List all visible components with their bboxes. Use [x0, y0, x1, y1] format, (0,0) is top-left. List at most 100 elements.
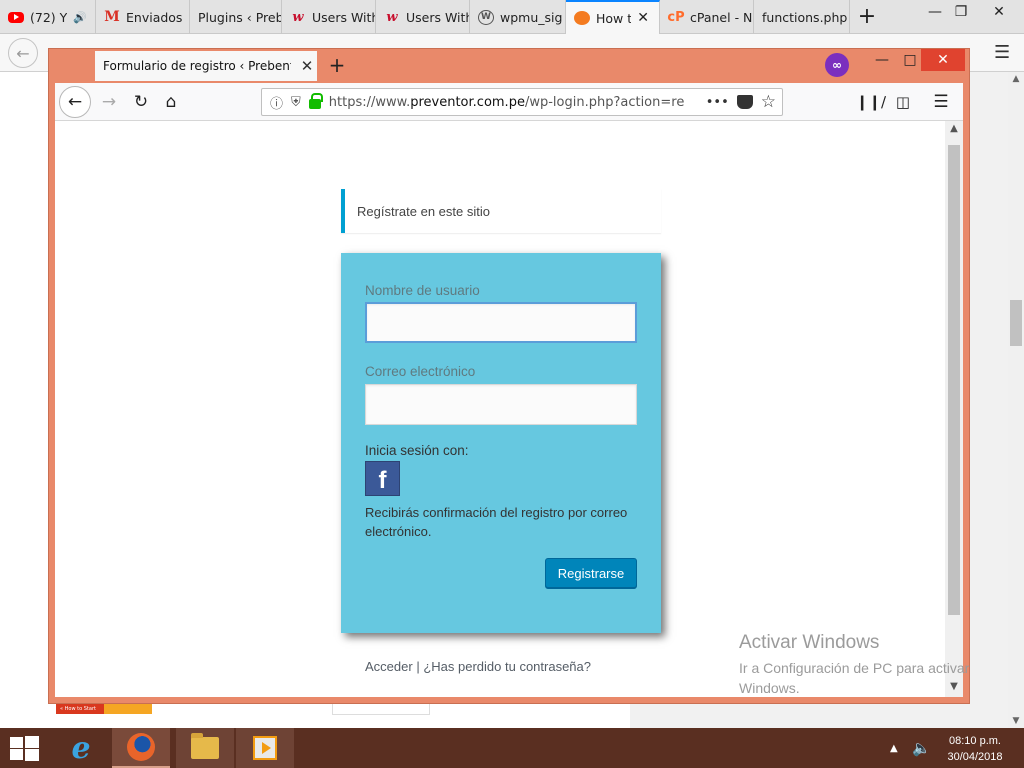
url-domain: preventor.com.pe [410, 94, 525, 110]
start-logo-pane [25, 736, 39, 748]
shield-icon[interactable]: ⛨ [291, 95, 301, 110]
howto-icon [574, 11, 590, 25]
bg-tab-users-1[interactable]: w Users With [282, 0, 376, 34]
gmail-icon: M [104, 9, 120, 25]
login-link[interactable]: Acceder [365, 659, 413, 674]
footer-links: Acceder | ¿Has perdido tu contraseña? [365, 659, 591, 674]
menu-icon[interactable]: ☰ [927, 88, 955, 116]
close-icon[interactable]: ✕ [297, 57, 317, 75]
watermark-title: Activar Windows [739, 632, 880, 653]
wp-users-icon: w [386, 9, 398, 25]
bg-scroll-thumb[interactable] [1010, 300, 1022, 346]
bg-tab-label: Plugins ‹ Preb [198, 9, 281, 25]
sidebar-icon[interactable]: ◫ [889, 88, 917, 116]
url-path: /wp-login.php?action=re [524, 94, 685, 110]
lock-icon[interactable] [308, 93, 323, 109]
nav-toolbar: ← → ↻ ⌂ ⓘ ⛨ https://www.preventor.com.pe… [55, 83, 963, 121]
background-tab-strip: (72) Y 🔊 M Enviados Plugins ‹ Preb w Use… [0, 0, 1024, 34]
browser-window: Formulario de registro ‹ Prebentor ✕ + ∞… [48, 48, 970, 704]
library-icon[interactable]: ❙❙∕ [856, 88, 886, 116]
social-login-label: Inicia sesión con: [365, 443, 469, 458]
bg-scroll-down-icon[interactable]: ▼ [1008, 716, 1024, 726]
bookmark-star-icon[interactable]: ☆ [761, 92, 776, 112]
close-icon[interactable]: ✕ [637, 10, 649, 26]
bg-scroll-up-icon[interactable]: ▲ [1008, 74, 1024, 84]
register-button[interactable]: Registrarse [545, 558, 637, 588]
bg-menu-icon[interactable]: ☰ [994, 42, 1010, 63]
bg-tab-gmail[interactable]: M Enviados [96, 0, 190, 34]
bg-box [332, 704, 430, 715]
email-label: Correo electrónico [365, 364, 476, 379]
home-button[interactable]: ⌂ [157, 88, 185, 116]
bg-tab-label: wpmu_sig [500, 9, 563, 25]
pocket-icon[interactable] [736, 95, 753, 109]
link-separator: | [416, 659, 420, 674]
tray-expand-icon[interactable]: ▲ [890, 728, 898, 768]
file-explorer-icon[interactable] [176, 728, 234, 768]
page-scroll-thumb[interactable] [948, 145, 960, 615]
cpanel-icon: cP [667, 9, 685, 25]
start-logo-pane [10, 737, 23, 748]
page-content: Regístrate en este sitio Nombre de usuar… [55, 121, 963, 697]
tab-title: Formulario de registro ‹ Prebentor [103, 59, 291, 73]
scroll-up-icon[interactable]: ▲ [945, 123, 963, 139]
username-input[interactable] [365, 302, 637, 343]
wp-users-icon: w [292, 9, 304, 25]
bg-tab-wpmu[interactable]: W wpmu_sig [470, 0, 566, 34]
bg-back-icon[interactable]: ← [8, 38, 38, 68]
internet-explorer-icon[interactable]: e [52, 728, 110, 768]
clock-date: 30/04/2018 [947, 751, 1003, 763]
bg-tab-howto[interactable]: How t ✕ [566, 0, 660, 34]
speaker-icon[interactable]: 🔊 [73, 11, 87, 24]
reload-button[interactable]: ↻ [127, 88, 155, 116]
page-actions-icon[interactable]: ••• [706, 95, 729, 110]
bg-tab-label: Users With [312, 9, 375, 25]
url-text[interactable]: https://www.preventor.com.pe/wp-login.ph… [329, 95, 698, 110]
facebook-icon: f [378, 467, 387, 494]
bg-tab-youtube[interactable]: (72) Y 🔊 [0, 0, 96, 34]
registration-form: Nombre de usuario Correo electrónico Ini… [341, 253, 661, 633]
username-label: Nombre de usuario [365, 283, 480, 298]
email-input[interactable] [365, 384, 637, 425]
volume-icon[interactable]: 🔈 [912, 728, 931, 768]
register-notice-text: Regístrate en este sitio [357, 203, 490, 219]
bg-howto-banner: « How to Start [56, 704, 152, 714]
system-clock[interactable]: 08:10 p.m. 30/04/2018 [942, 733, 1008, 765]
media-player-icon[interactable] [236, 728, 294, 768]
bg-scrollbar[interactable]: ▲ ▼ [1008, 72, 1024, 728]
minimize-button[interactable]: — [867, 49, 897, 71]
youtube-icon [8, 11, 24, 23]
new-tab-button[interactable]: + [325, 53, 349, 77]
tab-registration[interactable]: Formulario de registro ‹ Prebentor ✕ [95, 51, 317, 81]
bg-tab-label: How t [596, 10, 632, 26]
start-logo-pane [25, 749, 39, 761]
facebook-login-button[interactable]: f [365, 461, 400, 496]
firefox-icon[interactable] [112, 728, 170, 768]
register-notice: Regístrate en este sitio [341, 189, 661, 233]
lost-password-link[interactable]: ¿Has perdido tu contraseña? [423, 659, 591, 674]
clock-time: 08:10 p.m. [949, 735, 1001, 747]
close-window-button[interactable]: ✕ [921, 49, 965, 71]
bg-tab-label: cPanel - N [690, 9, 753, 25]
forward-button[interactable]: → [95, 88, 123, 116]
windows-start-button[interactable] [8, 736, 40, 761]
wordpress-icon: W [478, 9, 494, 25]
bg-tab-label: Users With [406, 9, 469, 25]
back-button[interactable]: ← [59, 86, 91, 118]
bg-tab-functions[interactable]: functions.php [754, 0, 850, 34]
bg-new-tab-button[interactable]: + [852, 4, 882, 29]
url-bar[interactable]: ⓘ ⛨ https://www.preventor.com.pe/wp-logi… [261, 88, 783, 116]
private-browsing-icon: ∞ [825, 53, 849, 77]
url-prefix: https://www. [328, 94, 411, 110]
info-icon[interactable]: ⓘ [270, 93, 283, 112]
bg-restore-button[interactable]: ❐ [946, 0, 976, 24]
bg-close-button[interactable]: ✕ [984, 0, 1014, 24]
bg-tab-cpanel[interactable]: cP cPanel - N [660, 0, 754, 34]
activate-windows-watermark: Activar Windows Ir a Configuración de PC… [739, 632, 999, 698]
bg-tab-label: (72) Y [30, 9, 68, 25]
start-logo-pane [10, 749, 23, 760]
watermark-subtitle: Ir a Configuración de PC para activar Wi… [739, 660, 970, 696]
bg-tab-users-2[interactable]: w Users With [376, 0, 470, 34]
taskbar: e ▲ 🔈 08:10 p.m. 30/04/2018 [0, 728, 1024, 768]
bg-tab-plugins[interactable]: Plugins ‹ Preb [190, 0, 282, 34]
